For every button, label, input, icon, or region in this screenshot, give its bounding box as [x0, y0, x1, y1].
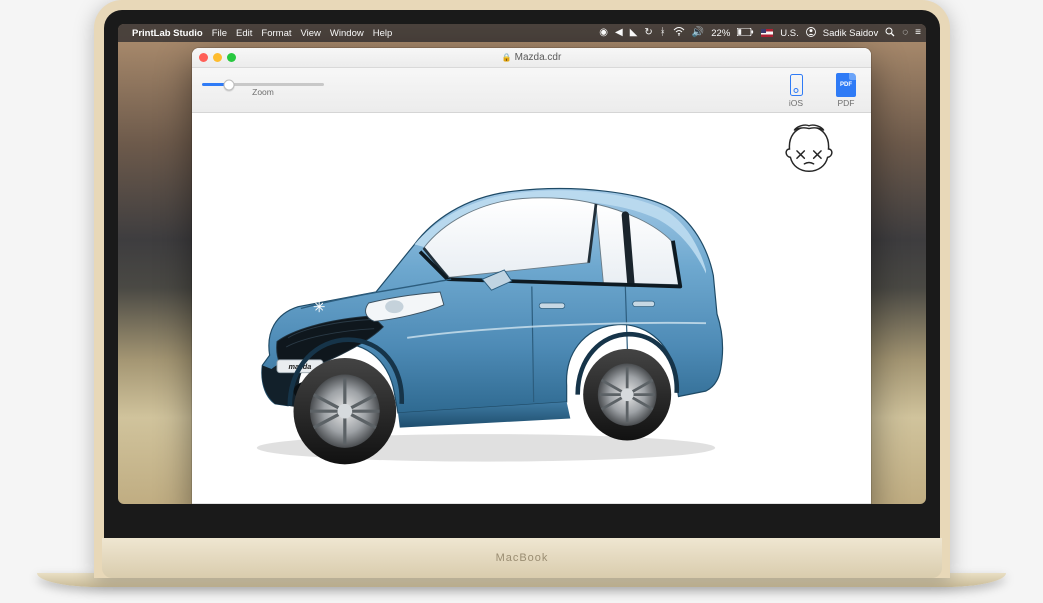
minimize-button[interactable] — [213, 53, 222, 62]
location-icon[interactable]: ◀ — [615, 28, 623, 38]
user-avatar-icon[interactable] — [806, 27, 816, 40]
ios-label: iOS — [789, 98, 803, 108]
menubar: PrintLab Studio File Edit Format View Wi… — [118, 24, 926, 42]
window-title: Mazda.cdr — [515, 52, 562, 63]
battery-percent[interactable]: 22% — [711, 28, 730, 39]
zoom-slider-thumb[interactable] — [223, 79, 234, 90]
macbook-frame: PrintLab Studio File Edit Format View Wi… — [94, 0, 950, 578]
menu-edit[interactable]: Edit — [236, 28, 252, 39]
bluetooth-icon[interactable]: ᚼ — [660, 28, 666, 38]
titlebar: 🔒 Mazda.cdr — [192, 48, 871, 68]
input-source-flag-icon[interactable] — [761, 29, 773, 37]
car-graphic[interactable]: mazda — [206, 149, 766, 479]
menu-format[interactable]: Format — [261, 28, 291, 39]
lock-icon: 🔒 — [502, 53, 512, 62]
control-center-icon[interactable]: ◌ — [902, 28, 908, 38]
camera-icon[interactable]: ◉ — [599, 28, 608, 38]
menu-file[interactable]: File — [212, 28, 227, 39]
canvas[interactable]: mazda — [192, 113, 871, 503]
close-button[interactable] — [199, 53, 208, 62]
status-bar: Hint: To move the Graphic, hit mouse and… — [192, 503, 871, 504]
zoom-slider[interactable] — [202, 83, 324, 86]
spotlight-icon[interactable] — [885, 27, 895, 40]
face-doodle[interactable] — [781, 123, 837, 175]
user-name[interactable]: Sadik Saidov — [823, 28, 878, 39]
pdf-export-button[interactable]: PDF PDF — [831, 73, 861, 108]
menu-help[interactable]: Help — [373, 28, 393, 39]
notification-center-icon[interactable]: ≡ — [915, 28, 921, 38]
phone-icon — [790, 74, 803, 96]
timemachine-icon[interactable]: ↻ — [644, 28, 652, 38]
app-window: 🔒 Mazda.cdr Zoom iOS — [192, 48, 871, 504]
battery-icon[interactable] — [737, 28, 754, 39]
desktop-wallpaper: PrintLab Studio File Edit Format View Wi… — [118, 24, 926, 504]
pdf-label: PDF — [838, 98, 855, 108]
menu-view[interactable]: View — [301, 28, 321, 39]
macbook-base: MacBook — [102, 538, 942, 578]
bookmark-icon[interactable]: ◣ — [630, 28, 638, 38]
input-source-label[interactable]: U.S. — [780, 28, 798, 39]
pdf-file-icon: PDF — [836, 73, 856, 97]
app-menu[interactable]: PrintLab Studio — [132, 28, 203, 39]
zoom-label: Zoom — [252, 87, 274, 97]
device-label: MacBook — [496, 552, 549, 564]
volume-icon[interactable]: 🔊 — [692, 28, 704, 38]
zoom-button[interactable] — [227, 53, 236, 62]
toolbar: Zoom iOS PDF PDF — [192, 68, 871, 113]
ios-export-button[interactable]: iOS — [781, 73, 811, 108]
menu-window[interactable]: Window — [330, 28, 364, 39]
wifi-icon[interactable] — [673, 27, 685, 39]
